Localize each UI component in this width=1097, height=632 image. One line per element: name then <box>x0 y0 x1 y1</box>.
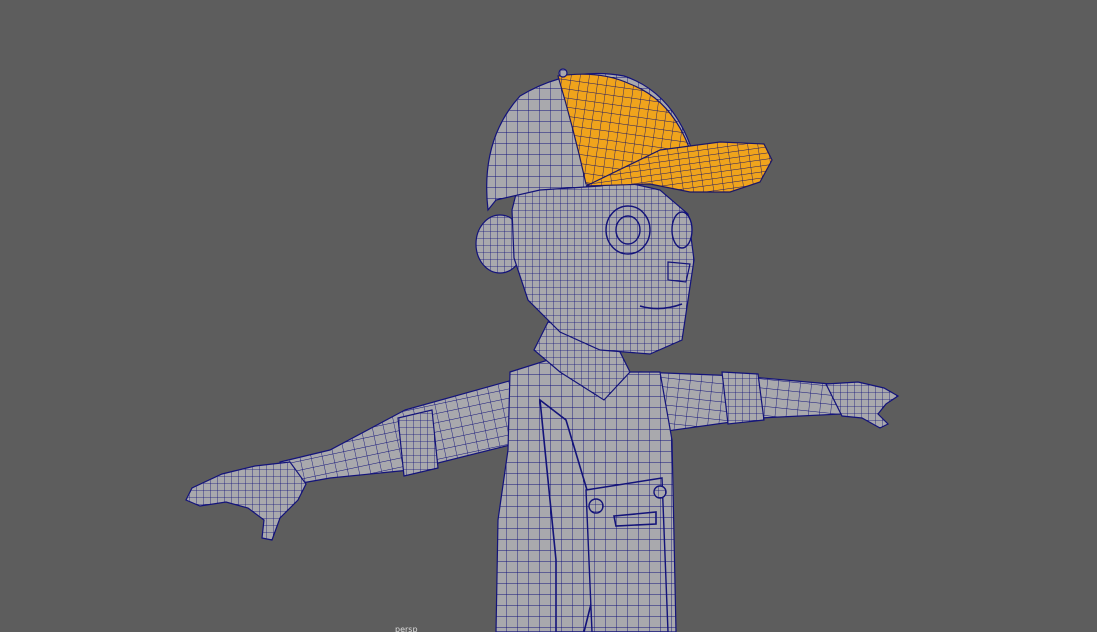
camera-name-label: persp <box>395 625 418 632</box>
character-wireframe-model[interactable] <box>0 0 1097 632</box>
button-right <box>653 485 667 499</box>
left-sleeve-cuff <box>721 371 765 425</box>
left-hand[interactable] <box>825 381 900 429</box>
right-hand[interactable] <box>185 461 307 541</box>
right-sleeve-cuff <box>397 409 439 477</box>
right-arm[interactable] <box>279 377 531 487</box>
button-left <box>588 498 604 514</box>
cap-button <box>558 68 568 78</box>
3d-viewport[interactable]: persp <box>0 0 1097 632</box>
left-arm[interactable] <box>639 371 843 433</box>
head[interactable] <box>511 175 695 355</box>
